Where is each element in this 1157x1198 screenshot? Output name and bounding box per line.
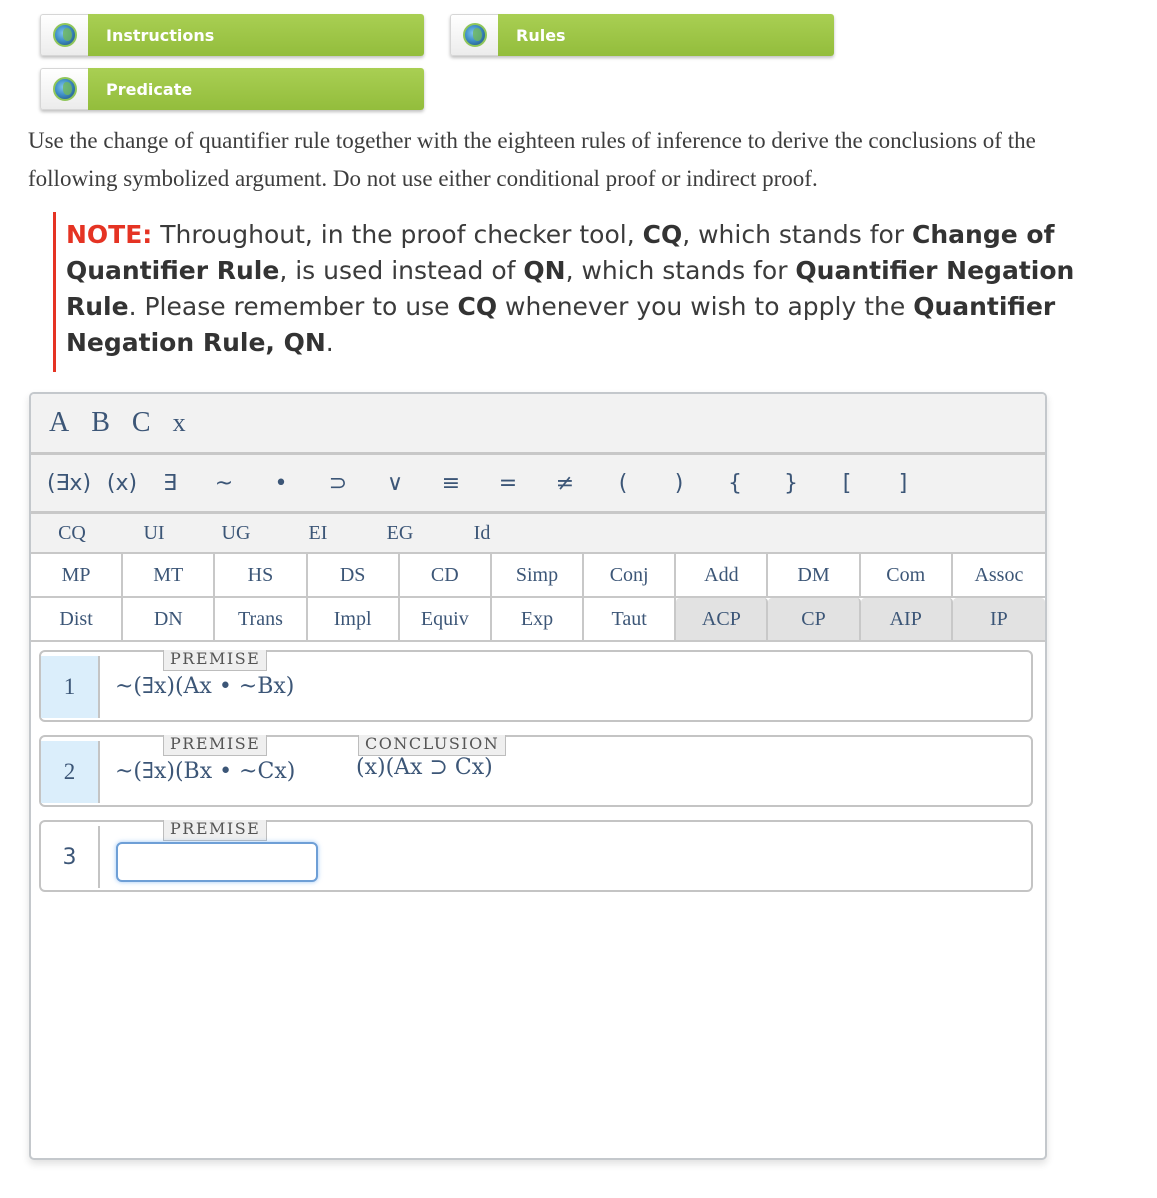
rule-button-DS[interactable]: DS bbox=[307, 554, 400, 598]
symbol-tilde[interactable]: ~ bbox=[195, 471, 253, 496]
instructions-line-1: Use the change of quantifier rule togeth… bbox=[28, 128, 1036, 153]
rule-button-Exp[interactable]: Exp bbox=[491, 598, 585, 642]
note-text: whenever you wish to apply the bbox=[497, 292, 914, 321]
rule-button-Equiv[interactable]: Equiv bbox=[399, 598, 492, 642]
rule-button-DN[interactable]: DN bbox=[123, 598, 216, 642]
note-text: Throughout, in the proof checker tool, bbox=[152, 220, 643, 249]
predicate-button[interactable]: Predicate bbox=[40, 68, 424, 110]
note-text: . Please remember to use bbox=[128, 292, 458, 321]
variable-button-A[interactable]: A bbox=[49, 407, 69, 439]
rules-button-label: Rules bbox=[498, 14, 834, 56]
symbol-wedge[interactable]: ∨ bbox=[367, 471, 423, 496]
premise-tag: PREMISE bbox=[163, 735, 268, 756]
note-bold: CQ bbox=[457, 292, 498, 321]
quantifier-rules-toolbar: CQ UI UG EI EG Id bbox=[31, 514, 1045, 554]
rule-button-EG[interactable]: EG bbox=[359, 522, 441, 545]
rule-button-CP[interactable]: CP bbox=[768, 598, 861, 642]
symbol-open-bracket[interactable]: [ bbox=[817, 471, 877, 496]
globe-icon-wrap bbox=[40, 68, 88, 110]
proof-line: 3 PREMISE bbox=[39, 820, 1033, 892]
instructions-button-label: Instructions bbox=[88, 14, 424, 56]
rule-button-Conj[interactable]: Conj bbox=[584, 554, 677, 598]
line-number: 2 bbox=[41, 741, 100, 803]
premise-input[interactable] bbox=[116, 842, 318, 882]
variable-toolbar: A B C x bbox=[31, 394, 1045, 455]
rule-button-Impl[interactable]: Impl bbox=[307, 598, 400, 642]
conclusion-tag: CONCLUSION bbox=[358, 735, 507, 756]
note-text: , is used instead of bbox=[279, 256, 524, 285]
rule-button-UG[interactable]: UG bbox=[195, 522, 277, 545]
rule-button-MP[interactable]: MP bbox=[31, 554, 124, 598]
symbol-open-paren[interactable]: ( bbox=[593, 471, 653, 496]
rule-button-Assoc[interactable]: Assoc bbox=[952, 554, 1045, 598]
globe-icon bbox=[52, 23, 77, 47]
globe-icon bbox=[52, 77, 77, 101]
symbol-equals[interactable]: = bbox=[479, 471, 537, 496]
variable-button-x[interactable]: x bbox=[173, 408, 186, 438]
note-label: NOTE: bbox=[66, 220, 153, 249]
note-text: , which stands for bbox=[682, 220, 913, 249]
symbol-open-brace[interactable]: { bbox=[705, 471, 765, 496]
symbol-horseshoe[interactable]: ⊃ bbox=[309, 471, 367, 496]
note-text: , which stands for bbox=[565, 256, 796, 285]
symbol-universal-x[interactable]: (x) bbox=[99, 471, 145, 496]
rule-button-CD[interactable]: CD bbox=[399, 554, 492, 598]
proof-line: 2 PREMISE ~(∃x)(Bx • ~Cx) CONCLUSION (x)… bbox=[39, 735, 1033, 807]
rule-button-Taut[interactable]: Taut bbox=[584, 598, 677, 642]
conclusion-formula: (x)(Ax ⊃ Cx) bbox=[356, 755, 493, 780]
proof-checker-tool: A B C x (∃x) (x) ∃ ~ • ⊃ ∨ ≡ = ≠ ( ) { }… bbox=[29, 392, 1047, 1160]
rule-button-ACP[interactable]: ACP bbox=[676, 598, 769, 642]
instructions-line-2: following symbolized argument. Do not us… bbox=[28, 166, 818, 191]
rule-button-DM[interactable]: DM bbox=[768, 554, 861, 598]
rule-button-Id[interactable]: Id bbox=[441, 522, 523, 545]
premise-tag: PREMISE bbox=[163, 820, 268, 841]
symbol-close-brace[interactable]: } bbox=[765, 471, 817, 496]
symbol-existential-x[interactable]: (∃x) bbox=[39, 471, 99, 496]
variable-button-C[interactable]: C bbox=[132, 407, 151, 439]
rule-button-IP[interactable]: IP bbox=[952, 598, 1045, 642]
globe-icon-wrap bbox=[40, 14, 88, 56]
predicate-button-label: Predicate bbox=[88, 68, 424, 110]
note-box: NOTE: Throughout, in the proof checker t… bbox=[53, 212, 1113, 372]
line-number: 1 bbox=[41, 656, 100, 718]
rule-button-Dist[interactable]: Dist bbox=[31, 598, 124, 642]
note-text: . bbox=[325, 328, 334, 357]
rule-button-MT[interactable]: MT bbox=[123, 554, 216, 598]
rule-button-HS[interactable]: HS bbox=[215, 554, 308, 598]
line-number: 3 bbox=[41, 826, 100, 888]
symbol-toolbar: (∃x) (x) ∃ ~ • ⊃ ∨ ≡ = ≠ ( ) { } [ ] bbox=[31, 455, 1045, 514]
globe-icon bbox=[462, 23, 487, 47]
variable-button-B[interactable]: B bbox=[91, 407, 110, 439]
rule-button-UI[interactable]: UI bbox=[113, 522, 195, 545]
note-bold: QN bbox=[523, 256, 566, 285]
rules-grid: MP MT HS DS CD Simp Conj Add DM Com Asso… bbox=[31, 554, 1045, 642]
instructions-button[interactable]: Instructions bbox=[40, 14, 424, 56]
rule-button-EI[interactable]: EI bbox=[277, 522, 359, 545]
rule-button-Add[interactable]: Add bbox=[676, 554, 769, 598]
rule-button-Simp[interactable]: Simp bbox=[491, 554, 585, 598]
premise-tag: PREMISE bbox=[163, 650, 268, 671]
premise-formula: ~(∃x)(Bx • ~Cx) bbox=[115, 759, 296, 784]
rule-button-Trans[interactable]: Trans bbox=[215, 598, 308, 642]
symbol-triple-bar[interactable]: ≡ bbox=[423, 471, 479, 496]
symbol-close-paren[interactable]: ) bbox=[653, 471, 705, 496]
rule-button-CQ[interactable]: CQ bbox=[31, 522, 113, 545]
rules-button[interactable]: Rules bbox=[450, 14, 834, 56]
symbol-exists[interactable]: ∃ bbox=[145, 471, 195, 496]
symbol-dot[interactable]: • bbox=[253, 471, 309, 496]
rule-button-Com[interactable]: Com bbox=[860, 554, 953, 598]
note-bold: CQ bbox=[642, 220, 683, 249]
symbol-close-bracket[interactable]: ] bbox=[877, 471, 929, 496]
rule-button-AIP[interactable]: AIP bbox=[860, 598, 953, 642]
symbol-not-equals[interactable]: ≠ bbox=[537, 471, 593, 496]
proof-line: 1 PREMISE ~(∃x)(Ax • ~Bx) bbox=[39, 650, 1033, 722]
globe-icon-wrap bbox=[450, 14, 498, 56]
instructions-text: Use the change of quantifier rule togeth… bbox=[28, 122, 1157, 198]
premise-formula: ~(∃x)(Ax • ~Bx) bbox=[115, 674, 295, 699]
